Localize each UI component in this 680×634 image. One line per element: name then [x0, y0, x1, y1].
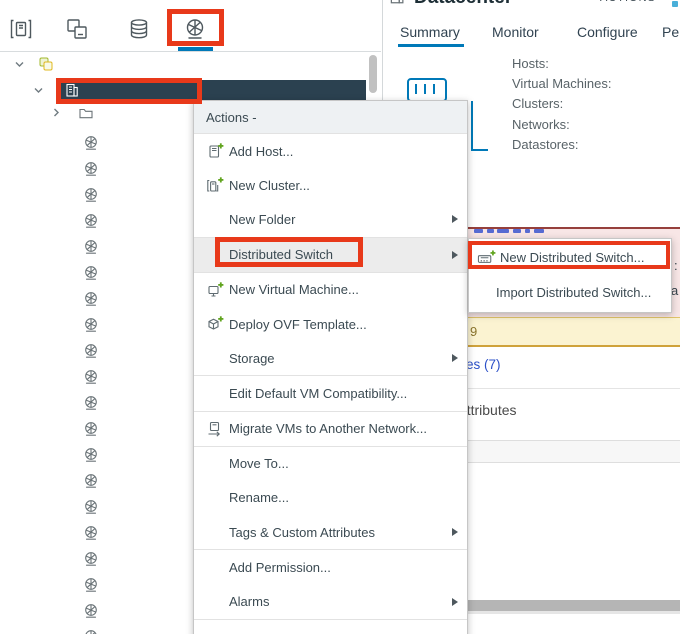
active-tab-underline: [398, 44, 464, 47]
network-globe-icon: [83, 369, 99, 385]
alert-text-fragment: [497, 229, 509, 233]
distributed-switch-submenu: New Distributed Switch... Import Distrib…: [468, 238, 672, 313]
menu-separator: [194, 619, 467, 620]
summary-stats-labels: Hosts: Virtual Machines: Clusters: Netwo…: [512, 54, 611, 155]
network-globe-icon: [83, 343, 99, 359]
tree-scrollbar-thumb[interactable]: [369, 55, 377, 93]
storage-icon[interactable]: [127, 17, 151, 41]
menu-item-migrate-vms[interactable]: Migrate VMs to Another Network...: [194, 412, 467, 446]
warning-fragment: 9: [470, 324, 477, 339]
menu-item-new-virtual-machine[interactable]: New Virtual Machine...: [194, 273, 467, 307]
vcenter-icon[interactable]: [38, 56, 54, 72]
datacenter-icon: [64, 82, 80, 98]
network-globe-icon: [83, 447, 99, 463]
clusters-label: Clusters:: [512, 94, 611, 114]
datacenter-icon: [388, 0, 406, 5]
menu-item-edit-default-vm-compatibility[interactable]: Edit Default VM Compatibility...: [194, 376, 467, 410]
network-globe-icon: [83, 629, 99, 634]
network-globe-icon: [83, 551, 99, 567]
network-globe-icon: [83, 603, 99, 619]
deploy-ovf-icon: [206, 316, 224, 332]
menu-item-rename[interactable]: Rename...: [194, 481, 467, 515]
new-cluster-icon: [206, 177, 224, 193]
actions-caret-fragment: [672, 1, 678, 7]
submenu-item-new-distributed-switch[interactable]: New Distributed Switch...: [469, 240, 671, 275]
context-menu-header: Actions -: [194, 101, 467, 133]
network-globe-icon: [83, 187, 99, 203]
datastores-label: Datastores:: [512, 135, 611, 155]
vms-and-templates-icon[interactable]: [65, 17, 89, 41]
menu-item-new-cluster[interactable]: New Cluster...: [194, 168, 467, 202]
new-vm-icon: [206, 282, 224, 298]
hosts-and-clusters-icon[interactable]: [9, 17, 33, 41]
new-distributed-switch-icon: [477, 250, 496, 266]
page-title: Datacenter: [414, 0, 512, 8]
networking-icon[interactable]: [183, 17, 207, 41]
network-globe-icon: [83, 239, 99, 255]
menu-item-new-folder[interactable]: New Folder: [194, 202, 467, 236]
alert-text-fragment: [474, 229, 483, 233]
submenu-arrow-icon: [452, 251, 458, 259]
network-globe-icon: [83, 265, 99, 281]
hosts-label: Hosts:: [512, 54, 611, 74]
network-globe-icon: [83, 577, 99, 593]
menu-item-deploy-ovf-template[interactable]: Deploy OVF Template...: [194, 307, 467, 341]
networks-label: Networks:: [512, 115, 611, 135]
submenu-arrow-icon: [452, 528, 458, 536]
network-globe-icon: [83, 161, 99, 177]
submenu-arrow-icon: [452, 354, 458, 362]
actions-menu-clipped[interactable]: ACTIONS: [600, 0, 670, 7]
network-globe-icon: [83, 291, 99, 307]
network-globe-icon: [83, 421, 99, 437]
menu-item-tags-custom-attributes[interactable]: Tags & Custom Attributes: [194, 515, 467, 549]
add-host-icon: [206, 143, 224, 159]
network-globe-icon: [83, 473, 99, 489]
menu-item-add-permission[interactable]: Add Permission...: [194, 550, 467, 584]
network-globe-icon: [83, 135, 99, 151]
toolbar-divider: [0, 51, 381, 52]
menu-item-storage[interactable]: Storage: [194, 341, 467, 375]
alert-text-fragment: [534, 229, 544, 233]
tree-item-datacenter-selected[interactable]: [58, 80, 366, 101]
folder-icon[interactable]: [78, 105, 94, 121]
virtual-machines-label: Virtual Machines:: [512, 74, 611, 94]
chevron-down-icon[interactable]: [14, 59, 25, 70]
submenu-item-import-distributed-switch[interactable]: Import Distributed Switch...: [469, 275, 671, 310]
alert-fragment-colon: :: [674, 258, 678, 273]
network-globe-icon: [83, 395, 99, 411]
alert-text-fragment: [487, 229, 494, 233]
submenu-arrow-icon: [452, 215, 458, 223]
partial-count-link[interactable]: es (7): [466, 357, 501, 372]
submenu-arrow-icon: [452, 598, 458, 606]
chevron-right-icon[interactable]: [51, 107, 62, 118]
tab-monitor[interactable]: Monitor: [492, 24, 539, 40]
menu-item-alarms[interactable]: Alarms: [194, 584, 467, 618]
menu-item-distributed-switch[interactable]: Distributed Switch: [194, 238, 467, 272]
network-globe-icon: [83, 525, 99, 541]
alert-text-fragment: [513, 229, 521, 233]
menu-item-add-host[interactable]: Add Host...: [194, 134, 467, 168]
menu-item-move-to[interactable]: Move To...: [194, 447, 467, 481]
tab-summary[interactable]: Summary: [400, 24, 460, 40]
network-globe-icon: [83, 213, 99, 229]
vsphere-client-window: Datacenter ACTIONS Summary Monitor Confi…: [0, 0, 680, 634]
tab-configure[interactable]: Configure: [577, 24, 638, 40]
migrate-icon: [206, 421, 224, 437]
datacenter-context-menu: Actions - Add Host... New Cluster...: [193, 100, 468, 634]
chevron-down-icon[interactable]: [33, 85, 44, 96]
alert-text-fragment: [525, 229, 530, 233]
tab-permissions[interactable]: Permissions: [662, 24, 680, 40]
network-globe-icon: [83, 317, 99, 333]
alert-fragment-letter: a: [671, 283, 678, 298]
network-globe-icon: [83, 499, 99, 515]
